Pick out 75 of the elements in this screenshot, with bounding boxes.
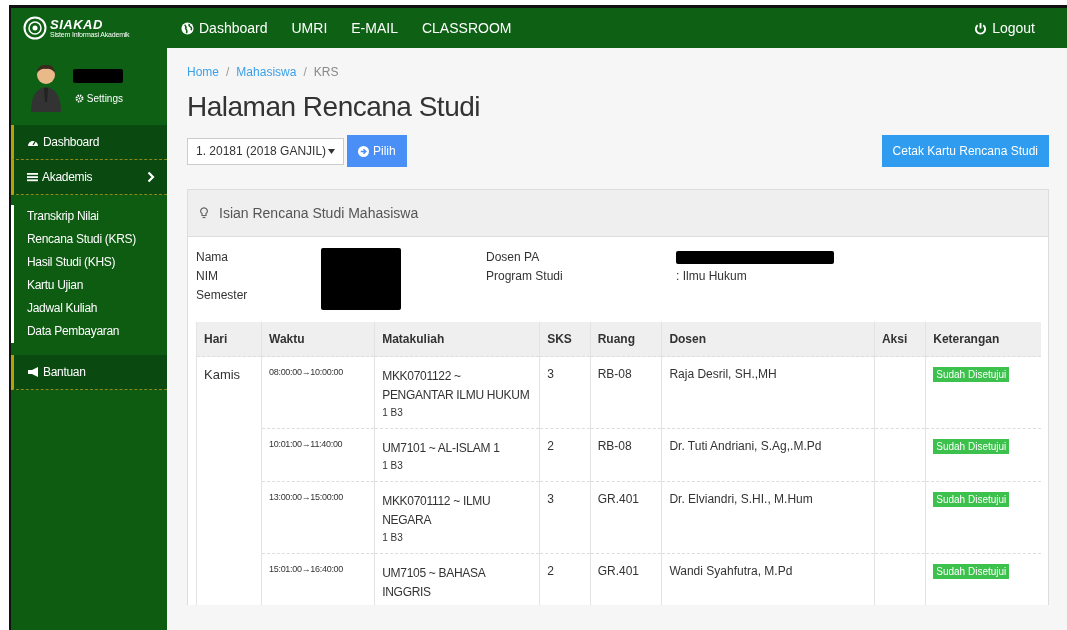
settings-link[interactable]: Settings <box>74 93 123 104</box>
lightbulb-icon <box>200 207 208 219</box>
column-header: Ruang <box>590 322 662 357</box>
table-cell: Wandi Syahfutra, M.Pd <box>661 553 875 605</box>
column-header: SKS <box>539 322 591 357</box>
breadcrumb-current: KRS <box>313 65 339 79</box>
class-code: 1 B3 <box>382 532 404 543</box>
gear-icon <box>74 94 84 103</box>
column-header: Aksi <box>874 322 926 357</box>
table-cell: GR.401 <box>590 481 662 554</box>
submenu-link[interactable]: Transkrip Nilai <box>27 205 167 228</box>
megaphone-icon <box>27 367 39 377</box>
semester-dropdown[interactable]: 1. 20181 (2018 GANJIL) <box>187 137 344 165</box>
column-header: Waktu <box>261 322 375 357</box>
field-label: Dosen PA <box>486 249 541 266</box>
field-label: NIM <box>196 268 219 285</box>
caret-icon <box>328 148 335 154</box>
panel-title: Isian Rencana Studi Mahasiswa <box>219 205 419 221</box>
course-name: MKK0701112 ~ ILMU NEGARA <box>382 493 492 529</box>
submenu-link[interactable]: Hasil Studi (KHS) <box>27 251 167 274</box>
column-header: Keterangan <box>925 322 1041 357</box>
table-cell: RB-08 <box>590 428 662 482</box>
table-cell: 3 <box>539 356 591 429</box>
status-badge: Sudah Disetujui <box>933 367 1010 382</box>
submenu-link[interactable]: Data Pembayaran <box>27 320 167 343</box>
course-name: UM7105 ~ BAHASA INGGRIS <box>382 565 487 601</box>
brand-name: SIAKAD <box>50 18 104 31</box>
submenu-link[interactable]: Rencana Studi (KRS) <box>27 228 167 251</box>
table-cell: RB-08 <box>590 356 662 429</box>
status-badge: Sudah Disetujui <box>933 564 1010 579</box>
arrow-circle-icon <box>358 145 369 157</box>
table-cell: 15:01:00→16:40:00 <box>261 553 375 605</box>
nav-link[interactable]: E-MAIL <box>351 20 398 36</box>
redacted-block <box>73 69 123 83</box>
sidebar-item[interactable]: Akademis <box>11 160 167 195</box>
field-label: Nama <box>196 249 229 266</box>
table-cell: Kamis <box>196 356 262 605</box>
course-name: MKK0701122 ~ PENGANTAR ILMU HUKUM <box>382 368 531 404</box>
class-code: 1 B3 <box>382 407 404 418</box>
logout-link[interactable]: Logout <box>974 20 1035 36</box>
sidebar-item[interactable]: Dashboard <box>11 125 167 160</box>
class-code: 1 B3 <box>382 460 404 471</box>
globe-icon <box>181 21 194 35</box>
submenu-link[interactable]: Kartu Ujian <box>27 274 167 297</box>
column-header: Dosen <box>661 322 875 357</box>
column-header: Matakuliah <box>374 322 540 357</box>
table-cell: 10:01:00→11:40:00 <box>261 428 375 482</box>
table-cell: 08:00:00→10:00:00 <box>261 356 375 429</box>
logo-emblem-icon <box>23 16 47 40</box>
field-label: Semester <box>196 287 249 304</box>
power-icon <box>974 21 988 35</box>
column-header: Hari <box>196 322 262 357</box>
table-cell: 2 <box>539 553 591 605</box>
breadcrumb-separator: / <box>303 65 307 79</box>
course-name: UM7101 ~ AL-ISLAM 1 <box>382 440 501 457</box>
table-cell: 13:00:00→15:00:00 <box>261 481 375 554</box>
breadcrumb-separator: / <box>226 65 230 79</box>
field-label: Program Studi <box>486 268 564 285</box>
submenu-link[interactable]: Jadwal Kuliah <box>27 297 167 320</box>
table-cell: Raja Desril, SH.,MH <box>661 356 875 429</box>
table-cell: Dr. Tuti Andriani, S.Ag,.M.Pd <box>661 428 875 482</box>
table-cell: Dr. Elviandri, S.HI., M.Hum <box>661 481 875 554</box>
nav-link[interactable]: CLASSROOM <box>421 20 512 36</box>
nav-link[interactable]: UMRI <box>291 20 328 36</box>
table-cell: GR.401 <box>590 553 662 605</box>
sidebar-item[interactable]: Bantuan <box>11 355 167 390</box>
nav-link[interactable]: Dashboard <box>181 20 268 36</box>
field-value: : Ilmu Hukum <box>676 268 748 285</box>
table-cell: 3 <box>539 481 591 554</box>
status-badge: Sudah Disetujui <box>933 439 1010 454</box>
table-cell: 2 <box>539 428 591 482</box>
menu-icon <box>27 172 38 182</box>
chevron-right-icon <box>147 171 155 183</box>
status-badge: Sudah Disetujui <box>933 492 1010 507</box>
page-title: Halaman Rencana Studi <box>187 91 481 123</box>
